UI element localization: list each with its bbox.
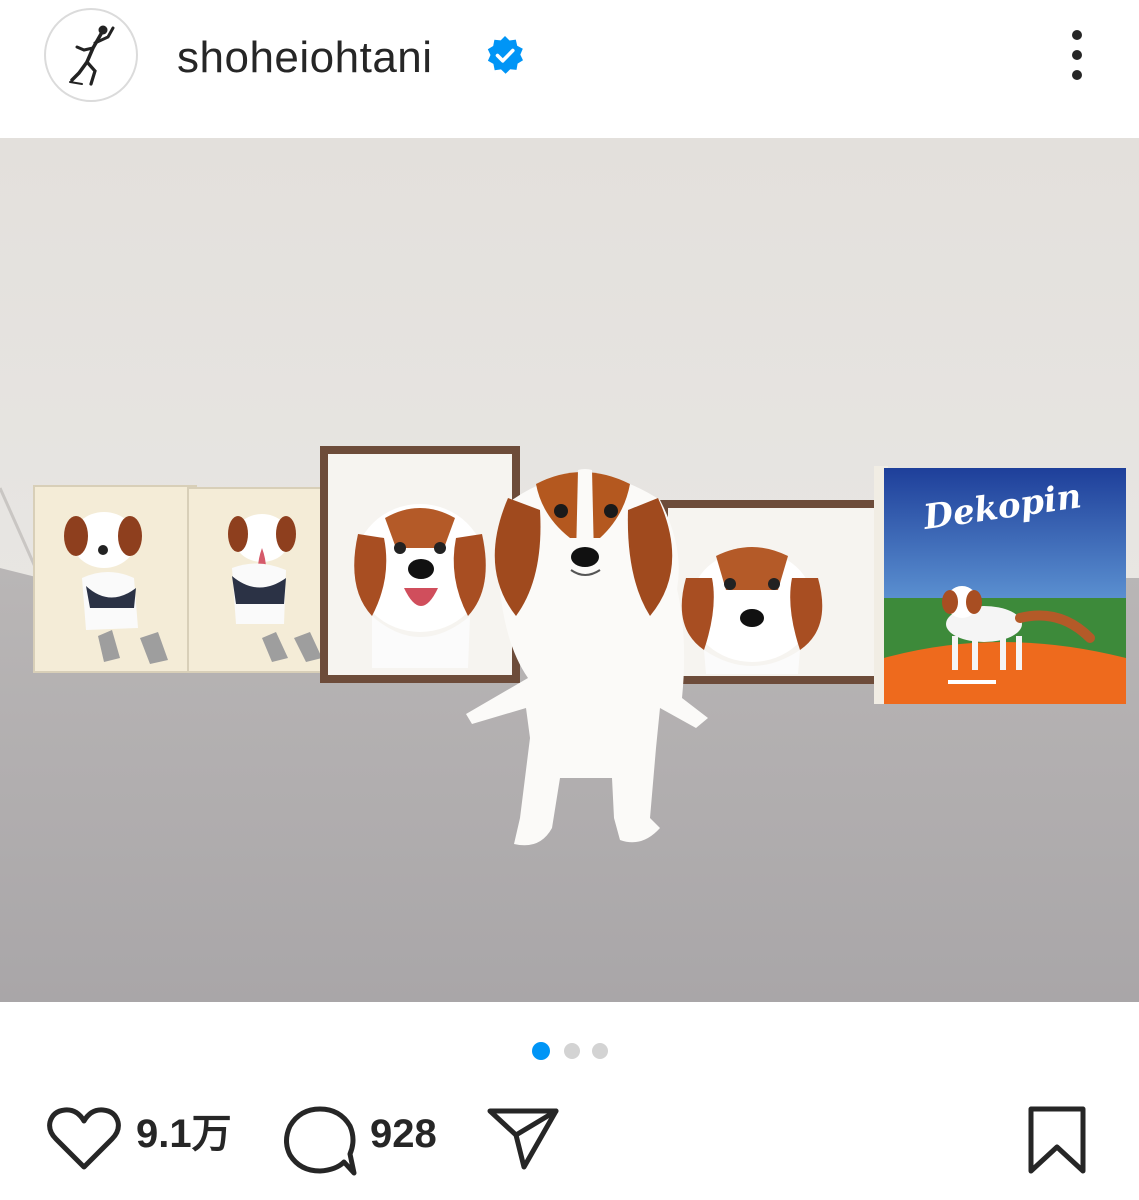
bookmark-icon[interactable] (1026, 1105, 1088, 1175)
more-options-icon[interactable] (1058, 24, 1096, 86)
comment-icon[interactable] (282, 1105, 358, 1177)
send-icon[interactable] (486, 1105, 560, 1171)
heart-icon[interactable] (46, 1107, 122, 1173)
carousel-dot (592, 1043, 608, 1059)
carousel-dot-active (532, 1042, 550, 1060)
verified-badge-icon (487, 36, 523, 74)
carousel-indicator (532, 1041, 612, 1061)
pitcher-silhouette-icon (69, 25, 115, 86)
like-count[interactable]: 9.1万 (136, 1112, 232, 1156)
carousel-dot (564, 1043, 580, 1059)
username[interactable]: shoheiohtani (177, 32, 433, 84)
post-image[interactable]: Dekopin (0, 138, 1139, 1002)
post-header: shoheiohtani (0, 0, 1139, 138)
comment-count[interactable]: 928 (370, 1112, 437, 1156)
profile-avatar[interactable] (44, 8, 138, 102)
post-actions-bar: 9.1万 928 (0, 1095, 1139, 1185)
dog-with-portraits-photo: Dekopin (0, 138, 1139, 1002)
